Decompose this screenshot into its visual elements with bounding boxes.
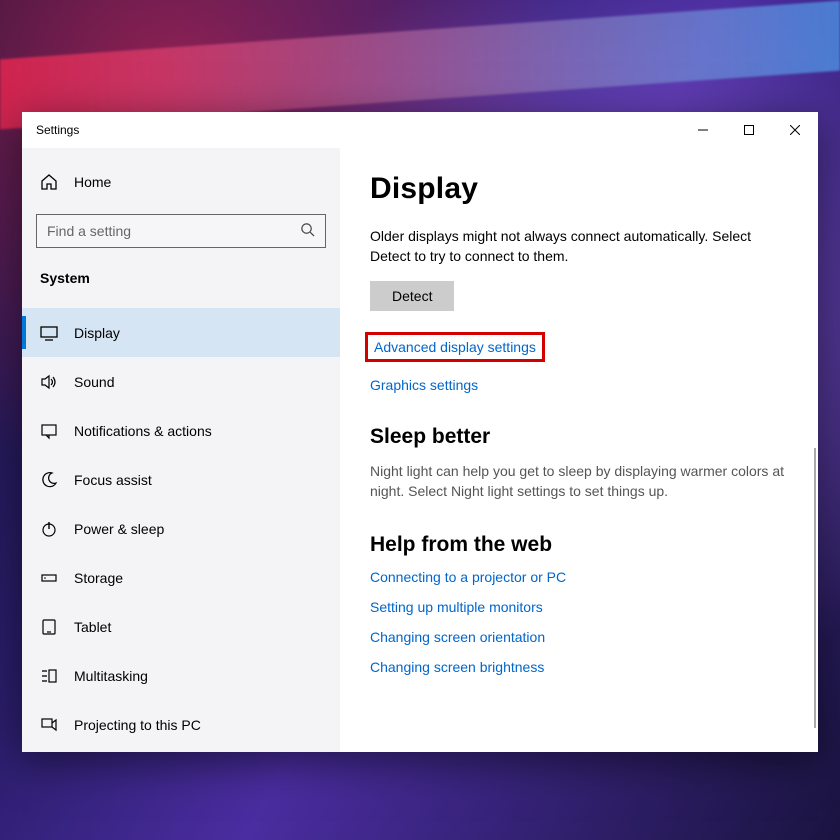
sidebar-item-focus-assist[interactable]: Focus assist (22, 455, 340, 504)
window-body: Home System Display (22, 148, 818, 752)
advanced-display-settings-link[interactable]: Advanced display settings (370, 337, 540, 357)
storage-icon (40, 569, 58, 587)
sidebar-item-display[interactable]: Display (22, 308, 340, 357)
maximize-button[interactable] (726, 112, 772, 148)
minimize-button[interactable] (680, 112, 726, 148)
sidebar-item-label: Sound (74, 374, 114, 390)
power-icon (40, 520, 58, 538)
minimize-icon (698, 125, 708, 135)
sidebar-item-label: Notifications & actions (74, 423, 212, 439)
sidebar-item-projecting[interactable]: Projecting to this PC (22, 700, 340, 749)
sidebar-section-label: System (22, 262, 340, 300)
desktop-background: Settings Home (0, 0, 840, 840)
detect-button[interactable]: Detect (370, 281, 454, 311)
help-web-heading: Help from the web (370, 533, 788, 557)
sleep-better-heading: Sleep better (370, 425, 788, 449)
wallpaper-neon (0, 1, 840, 130)
home-icon (40, 173, 58, 191)
sidebar-item-notifications[interactable]: Notifications & actions (22, 406, 340, 455)
close-icon (790, 125, 800, 135)
tablet-icon (40, 618, 58, 636)
help-link-orientation[interactable]: Changing screen orientation (370, 629, 788, 645)
scrollbar[interactable] (814, 448, 816, 728)
sidebar-item-label: Tablet (74, 619, 111, 635)
sound-icon (40, 373, 58, 391)
project-icon (40, 716, 58, 734)
graphics-settings-link[interactable]: Graphics settings (370, 377, 788, 393)
page-heading: Display (370, 172, 788, 206)
content-pane: Display Older displays might not always … (340, 148, 818, 752)
sidebar-item-power-sleep[interactable]: Power & sleep (22, 504, 340, 553)
sidebar-item-label: Projecting to this PC (74, 717, 201, 733)
sidebar-item-sound[interactable]: Sound (22, 357, 340, 406)
search-wrap (22, 214, 340, 262)
sidebar-item-label: Display (74, 325, 120, 341)
sidebar-item-label: Focus assist (74, 472, 152, 488)
moon-icon (40, 471, 58, 489)
sidebar-item-storage[interactable]: Storage (22, 553, 340, 602)
help-link-brightness[interactable]: Changing screen brightness (370, 659, 788, 675)
search-input[interactable] (47, 223, 300, 239)
close-button[interactable] (772, 112, 818, 148)
sidebar-item-label: Power & sleep (74, 521, 164, 537)
sidebar-item-label: Multitasking (74, 668, 148, 684)
help-link-multiple-monitors[interactable]: Setting up multiple monitors (370, 599, 788, 615)
search-box[interactable] (36, 214, 326, 248)
notification-icon (40, 422, 58, 440)
window-title: Settings (36, 123, 79, 137)
sidebar: Home System Display (22, 148, 340, 752)
sleep-better-desc: Night light can help you get to sleep by… (370, 461, 788, 502)
help-link-projector[interactable]: Connecting to a projector or PC (370, 569, 788, 585)
settings-window: Settings Home (22, 112, 818, 752)
multitask-icon (40, 667, 58, 685)
titlebar: Settings (22, 112, 818, 148)
sidebar-item-multitasking[interactable]: Multitasking (22, 651, 340, 700)
window-controls (680, 112, 818, 148)
search-icon (300, 222, 315, 240)
sidebar-home[interactable]: Home (22, 160, 340, 204)
older-displays-text: Older displays might not always connect … (370, 226, 788, 267)
sidebar-home-label: Home (74, 174, 111, 190)
monitor-icon (40, 324, 58, 342)
sidebar-item-tablet[interactable]: Tablet (22, 602, 340, 651)
maximize-icon (744, 125, 754, 135)
sidebar-item-label: Storage (74, 570, 123, 586)
